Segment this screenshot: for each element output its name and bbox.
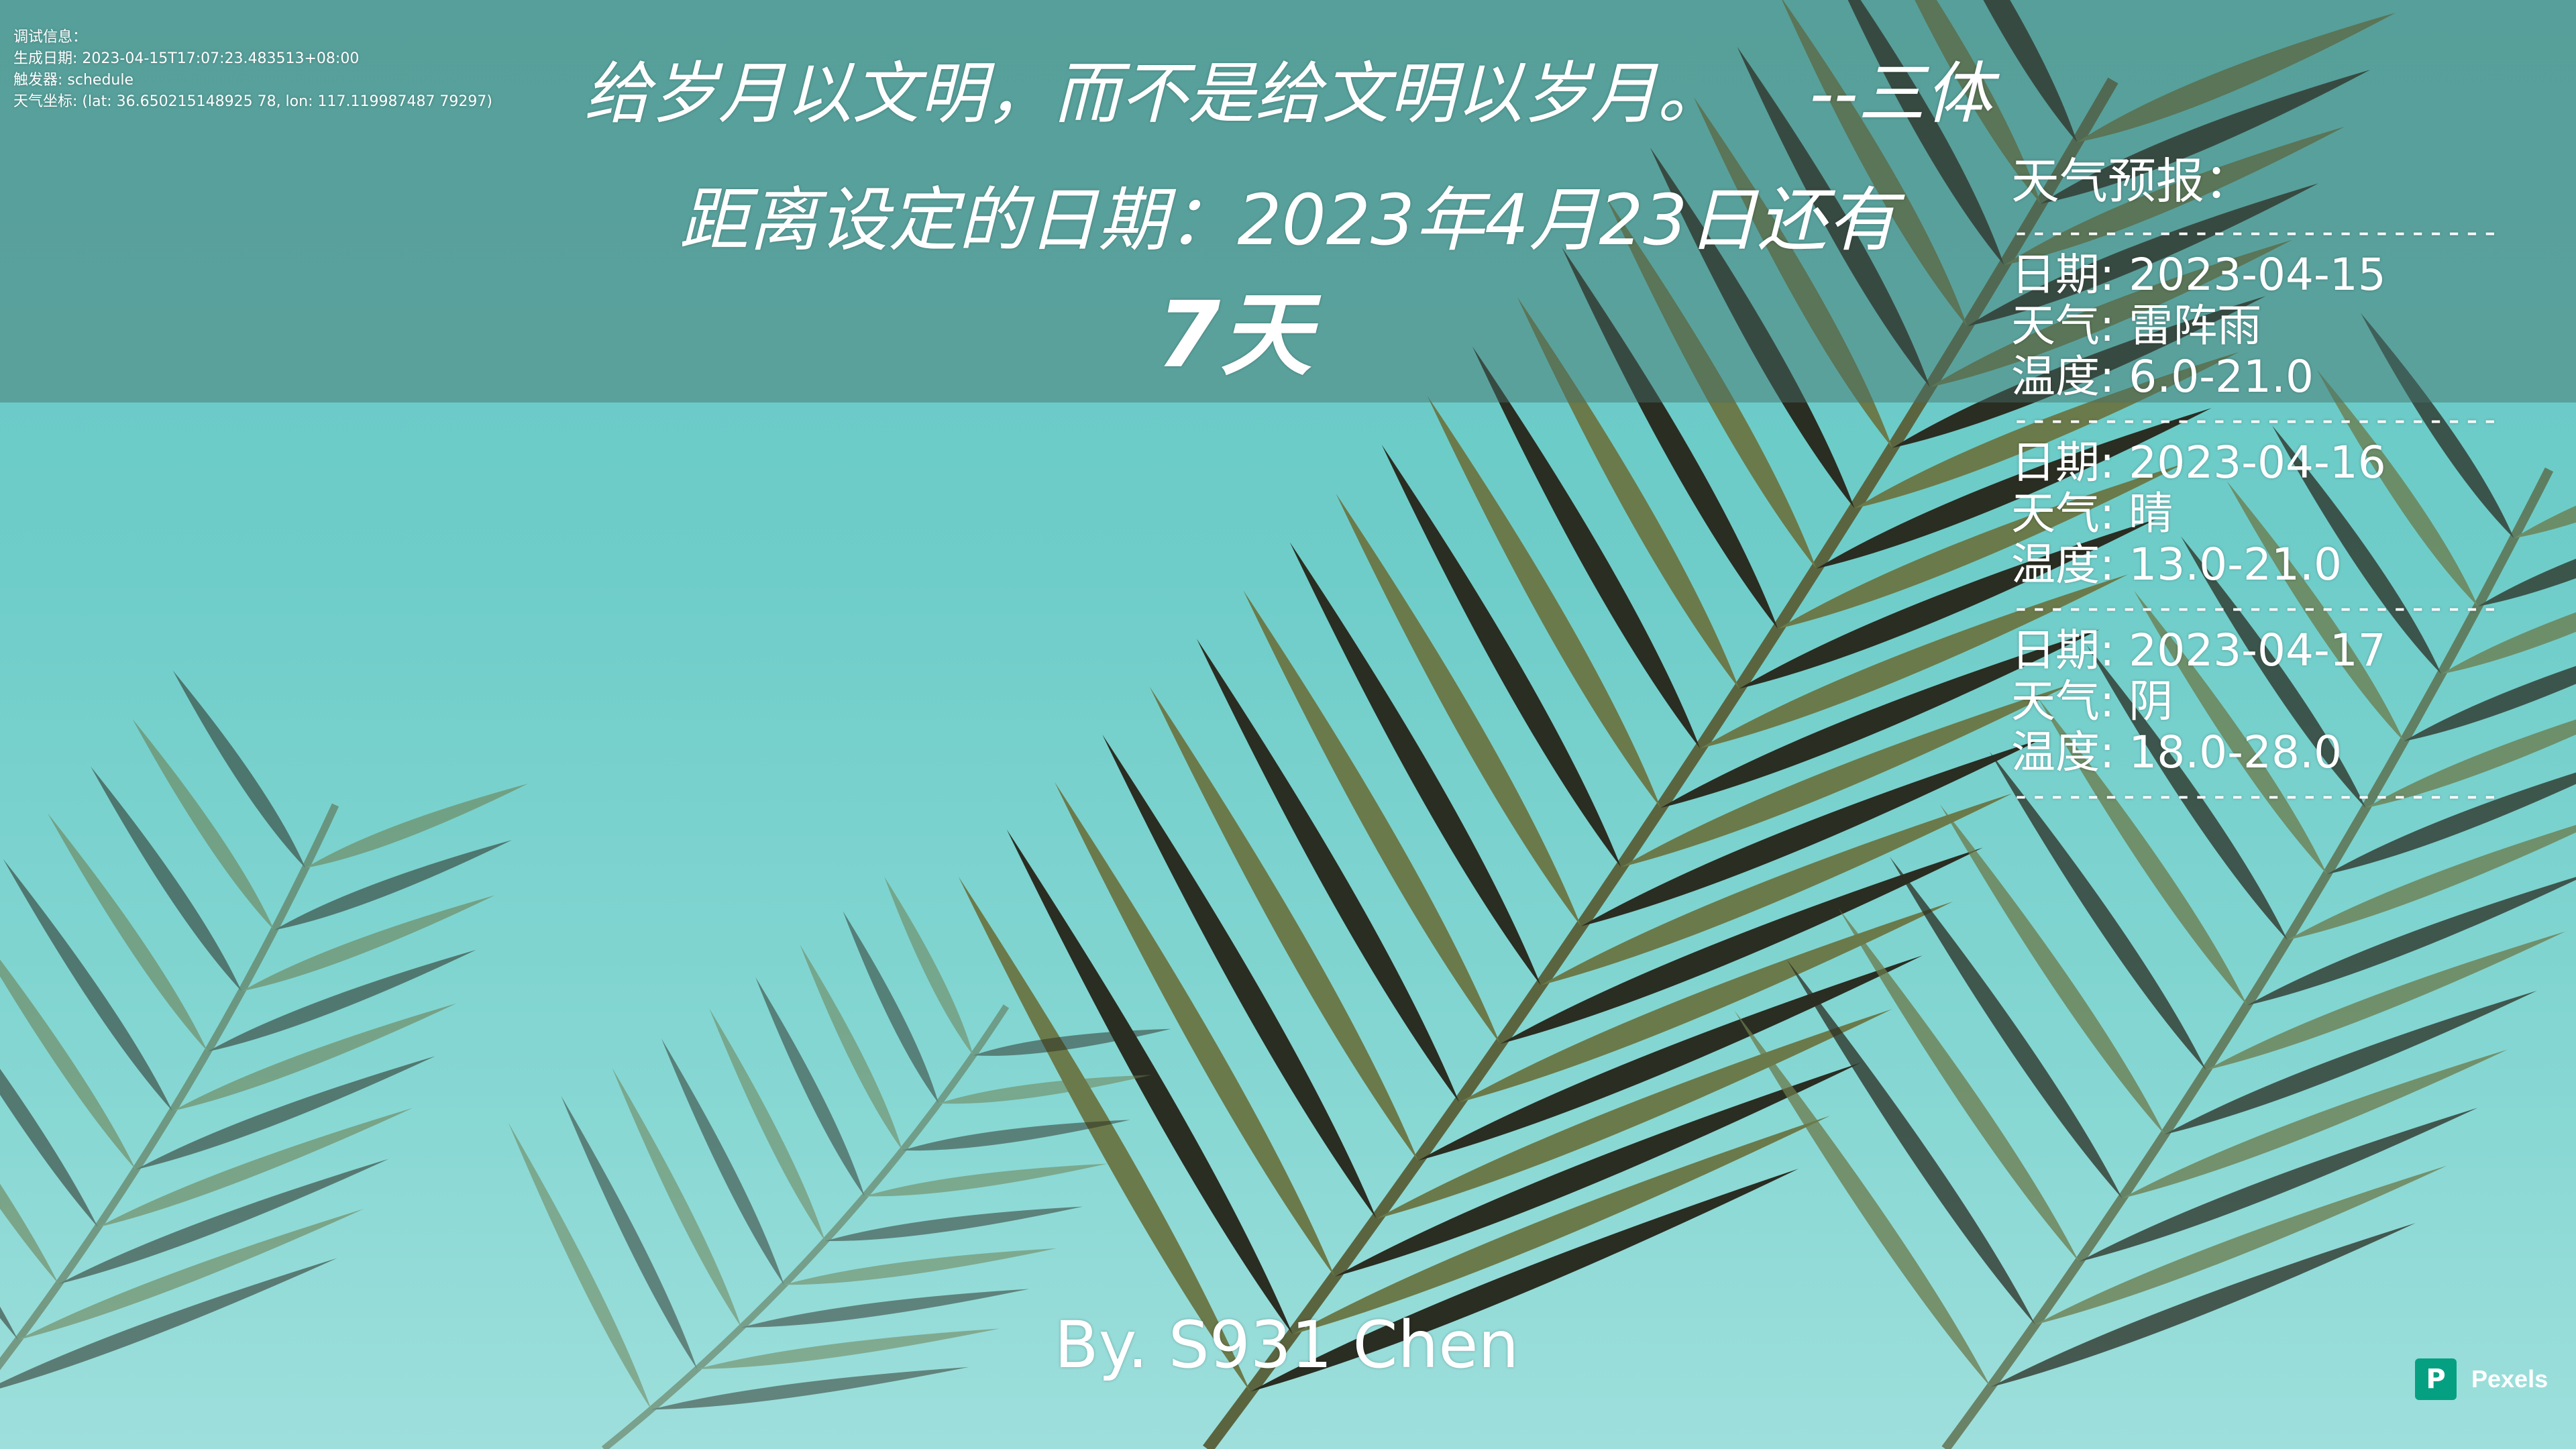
forecast-temp-label: 温度: [2011, 727, 2100, 778]
forecast-weather-row: 天气: 晴: [2011, 488, 2174, 539]
forecast-weather-row: 天气: 雷阵雨: [2011, 300, 2262, 352]
forecast-day: 日期: 2023-04-17 天气: 阴 温度: 18.0-28.0: [2011, 625, 2521, 778]
forecast-weather-value: 阴: [2129, 676, 2174, 727]
pexels-label: Pexels: [2471, 1365, 2548, 1393]
forecast-date-value: 2023-04-15: [2129, 249, 2386, 301]
forecast-date-row: 日期: 2023-04-15: [2011, 249, 2386, 301]
forecast-divider: ------------------------------: [2011, 215, 2501, 250]
quote-line: 给岁月以文明，而不是给文明以岁月。 --三体: [0, 47, 2576, 141]
forecast-temp-row: 温度: 13.0-21.0: [2011, 539, 2342, 590]
weather-forecast-panel: 天气预报： ------------------------------ 日期:…: [2011, 148, 2521, 813]
forecast-divider: ------------------------------: [2011, 778, 2501, 813]
pexels-watermark[interactable]: P Pexels: [2415, 1358, 2548, 1401]
forecast-date-label: 日期: [2011, 625, 2100, 676]
forecast-weather-value: 晴: [2129, 488, 2174, 539]
forecast-date-row: 日期: 2023-04-17: [2011, 625, 2386, 676]
forecast-temp-label: 温度: [2011, 351, 2100, 402]
author-byline: By. S931 Chen: [1054, 1307, 1519, 1383]
forecast-date-label: 日期: [2011, 249, 2100, 301]
forecast-temp-value: 18.0-28.0: [2129, 727, 2342, 778]
forecast-temp-row: 温度: 6.0-21.0: [2011, 351, 2314, 402]
forecast-date-value: 2023-04-17: [2129, 625, 2386, 676]
forecast-divider: ------------------------------: [2011, 402, 2501, 437]
forecast-temp-row: 温度: 18.0-28.0: [2011, 727, 2342, 778]
forecast-temp-label: 温度: [2011, 539, 2100, 590]
forecast-weather-value: 雷阵雨: [2129, 300, 2262, 352]
forecast-weather-label: 天气: [2011, 300, 2100, 352]
debug-heading: 调试信息：: [13, 29, 88, 46]
forecast-temp-value: 13.0-21.0: [2129, 539, 2342, 590]
quote-text: 给岁月以文明，而不是给文明以岁月。: [584, 54, 1725, 133]
forecast-title: 天气预报：: [2011, 153, 2253, 209]
forecast-temp-value: 6.0-21.0: [2129, 351, 2314, 402]
desktop-wallpaper: 调试信息： 生成日期: 2023-04-15T17:07:23.483513+0…: [0, 0, 2576, 1449]
pexels-logo-icon: P: [2415, 1358, 2457, 1400]
forecast-date-label: 日期: [2011, 437, 2100, 488]
forecast-weather-row: 天气: 阴: [2011, 676, 2174, 727]
forecast-divider: ------------------------------: [2011, 590, 2501, 625]
forecast-weather-label: 天气: [2011, 676, 2100, 727]
forecast-weather-label: 天气: [2011, 488, 2100, 539]
forecast-day: 日期: 2023-04-15 天气: 雷阵雨 温度: 6.0-21.0: [2011, 250, 2521, 402]
forecast-day: 日期: 2023-04-16 天气: 晴 温度: 13.0-21.0: [2011, 437, 2521, 590]
quote-source: --三体: [1809, 54, 1992, 133]
forecast-date-value: 2023-04-16: [2129, 437, 2386, 488]
forecast-date-row: 日期: 2023-04-16: [2011, 437, 2386, 488]
